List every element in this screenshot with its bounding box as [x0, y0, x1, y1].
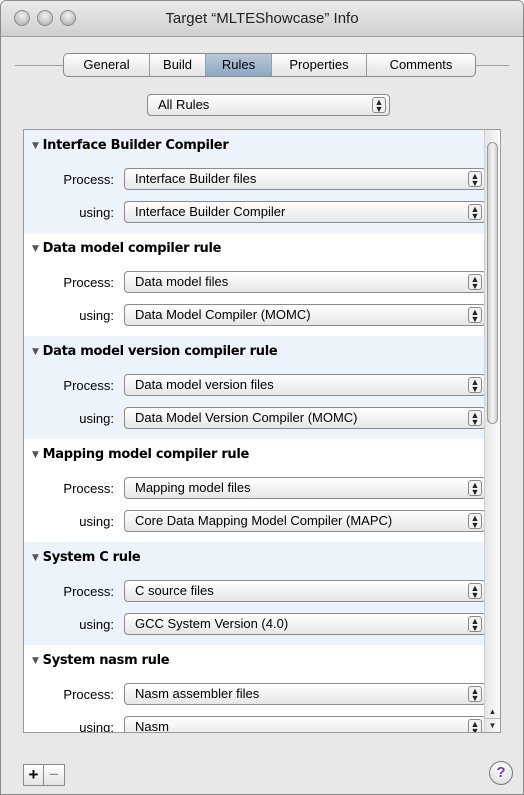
rule-item: ▼ Data model version compiler rule Proces…: [24, 336, 500, 439]
add-rule-button[interactable]: +: [23, 764, 44, 786]
disclosure-triangle-icon[interactable]: ▼: [32, 141, 39, 151]
rule-title: Interface Builder Compiler: [42, 138, 229, 153]
rules-filter-popup[interactable]: All Rules ▲ ▼: [147, 94, 390, 116]
popup-arrows-icon: ▲ ▼: [468, 274, 482, 291]
tab-bar: General Build Rules Properties Comments: [63, 53, 476, 77]
popup-arrows-icon: ▲ ▼: [468, 377, 482, 394]
disclosure-triangle-icon[interactable]: ▼: [32, 244, 39, 254]
rule-disclosure[interactable]: ▼ Data model version compiler rule: [32, 344, 278, 359]
using-value: Core Data Mapping Model Compiler (MAPC): [135, 513, 393, 528]
process-value: C source files: [135, 583, 214, 598]
rule-title: Data model compiler rule: [42, 241, 222, 256]
using-popup[interactable]: Data Model Compiler (MOMC) ▲ ▼: [124, 304, 486, 326]
process-value: Mapping model files: [135, 480, 251, 495]
using-value: GCC System Version (4.0): [135, 616, 289, 631]
disclosure-triangle-icon[interactable]: ▼: [32, 656, 39, 666]
popup-arrows-icon: ▲ ▼: [468, 686, 482, 703]
rule-title: Data model version compiler rule: [42, 344, 278, 359]
rule-disclosure[interactable]: ▼ Interface Builder Compiler: [32, 138, 229, 153]
process-popup[interactable]: Nasm assembler files ▲ ▼: [124, 683, 486, 705]
help-button[interactable]: ?: [489, 761, 513, 785]
popup-arrows-icon: ▲ ▼: [468, 410, 482, 427]
tab-properties[interactable]: Properties: [272, 54, 367, 76]
tab-comments[interactable]: Comments: [367, 54, 475, 76]
using-label: using:: [79, 205, 114, 220]
process-label: Process:: [63, 687, 114, 702]
process-label: Process:: [63, 275, 114, 290]
popup-arrows-icon: ▲ ▼: [468, 204, 482, 221]
using-value: Data Model Compiler (MOMC): [135, 307, 311, 322]
popup-arrows-icon: ▲ ▼: [468, 616, 482, 633]
process-value: Nasm assembler files: [135, 686, 260, 701]
vertical-scrollbar[interactable]: ▲ ▼: [484, 130, 500, 732]
process-popup[interactable]: C source files ▲ ▼: [124, 580, 486, 602]
rule-title: System C rule: [42, 550, 141, 565]
scrollbar-thumb[interactable]: [487, 142, 498, 424]
using-label: using:: [79, 720, 114, 733]
rules-list[interactable]: ▼ Interface Builder Compiler Process: Int…: [23, 129, 501, 733]
rule-disclosure[interactable]: ▼ System nasm rule: [32, 653, 170, 668]
popup-arrows-icon: ▲ ▼: [468, 480, 482, 497]
using-popup[interactable]: Data Model Version Compiler (MOMC) ▲ ▼: [124, 407, 486, 429]
process-popup[interactable]: Data model version files ▲ ▼: [124, 374, 486, 396]
process-label: Process:: [63, 481, 114, 496]
using-popup[interactable]: Nasm ▲ ▼: [124, 716, 486, 733]
rule-item: ▼ System C rule Process: C source files ▲ ▼…: [24, 542, 500, 645]
rule-item: ▼ Data model compiler rule Process: Data …: [24, 233, 500, 336]
process-label: Process:: [63, 584, 114, 599]
rule-item: ▼ Mapping model compiler rule Process: Ma…: [24, 439, 500, 542]
using-label: using:: [79, 308, 114, 323]
scroll-down-icon[interactable]: ▼: [485, 718, 500, 731]
tab-rules[interactable]: Rules: [206, 54, 272, 76]
info-window: Target “MLTEShowcase” Info General Build…: [0, 0, 524, 795]
rule-disclosure[interactable]: ▼ Data model compiler rule: [32, 241, 221, 256]
using-popup[interactable]: Core Data Mapping Model Compiler (MAPC) ▲…: [124, 510, 486, 532]
process-value: Interface Builder files: [135, 171, 257, 186]
rule-title: Mapping model compiler rule: [42, 447, 250, 462]
popup-arrows-icon: ▲ ▼: [468, 171, 482, 188]
using-popup[interactable]: GCC System Version (4.0) ▲ ▼: [124, 613, 486, 635]
disclosure-triangle-icon[interactable]: ▼: [32, 347, 39, 357]
disclosure-triangle-icon[interactable]: ▼: [32, 553, 39, 563]
tab-build[interactable]: Build: [150, 54, 206, 76]
window-title: Target “MLTEShowcase” Info: [165, 10, 359, 27]
process-value: Data model files: [135, 274, 229, 289]
using-label: using:: [79, 411, 114, 426]
using-value: Interface Builder Compiler: [135, 204, 286, 219]
process-popup[interactable]: Mapping model files ▲ ▼: [124, 477, 486, 499]
popup-arrows-icon: ▲ ▼: [372, 97, 386, 114]
process-label: Process:: [63, 172, 114, 187]
using-label: using:: [79, 617, 114, 632]
rules-filter-value: All Rules: [158, 97, 210, 112]
using-value: Data Model Version Compiler (MOMC): [135, 410, 358, 425]
scroll-up-icon[interactable]: ▲: [485, 705, 500, 718]
rule-item: ▼ System nasm rule Process: Nasm assemble…: [24, 645, 500, 733]
using-label: using:: [79, 514, 114, 529]
rule-item: ▼ Interface Builder Compiler Process: Int…: [24, 130, 500, 233]
rule-disclosure[interactable]: ▼ System C rule: [32, 550, 141, 565]
popup-arrows-icon: ▲ ▼: [468, 513, 482, 530]
rule-disclosure[interactable]: ▼ Mapping model compiler rule: [32, 447, 249, 462]
process-value: Data model version files: [135, 377, 274, 392]
tab-general[interactable]: General: [64, 54, 150, 76]
using-value: Nasm: [135, 719, 169, 733]
disclosure-triangle-icon[interactable]: ▼: [32, 450, 39, 460]
popup-arrows-icon: ▲ ▼: [468, 307, 482, 324]
popup-arrows-icon: ▲ ▼: [468, 719, 482, 732]
popup-arrows-icon: ▲ ▼: [468, 583, 482, 600]
title-bar[interactable]: Target “MLTEShowcase” Info: [1, 1, 523, 37]
process-popup[interactable]: Interface Builder files ▲ ▼: [124, 168, 486, 190]
rule-title: System nasm rule: [42, 653, 170, 668]
using-popup[interactable]: Interface Builder Compiler ▲ ▼: [124, 201, 486, 223]
process-label: Process:: [63, 378, 114, 393]
process-popup[interactable]: Data model files ▲ ▼: [124, 271, 486, 293]
remove-rule-button[interactable]: −: [44, 764, 65, 786]
